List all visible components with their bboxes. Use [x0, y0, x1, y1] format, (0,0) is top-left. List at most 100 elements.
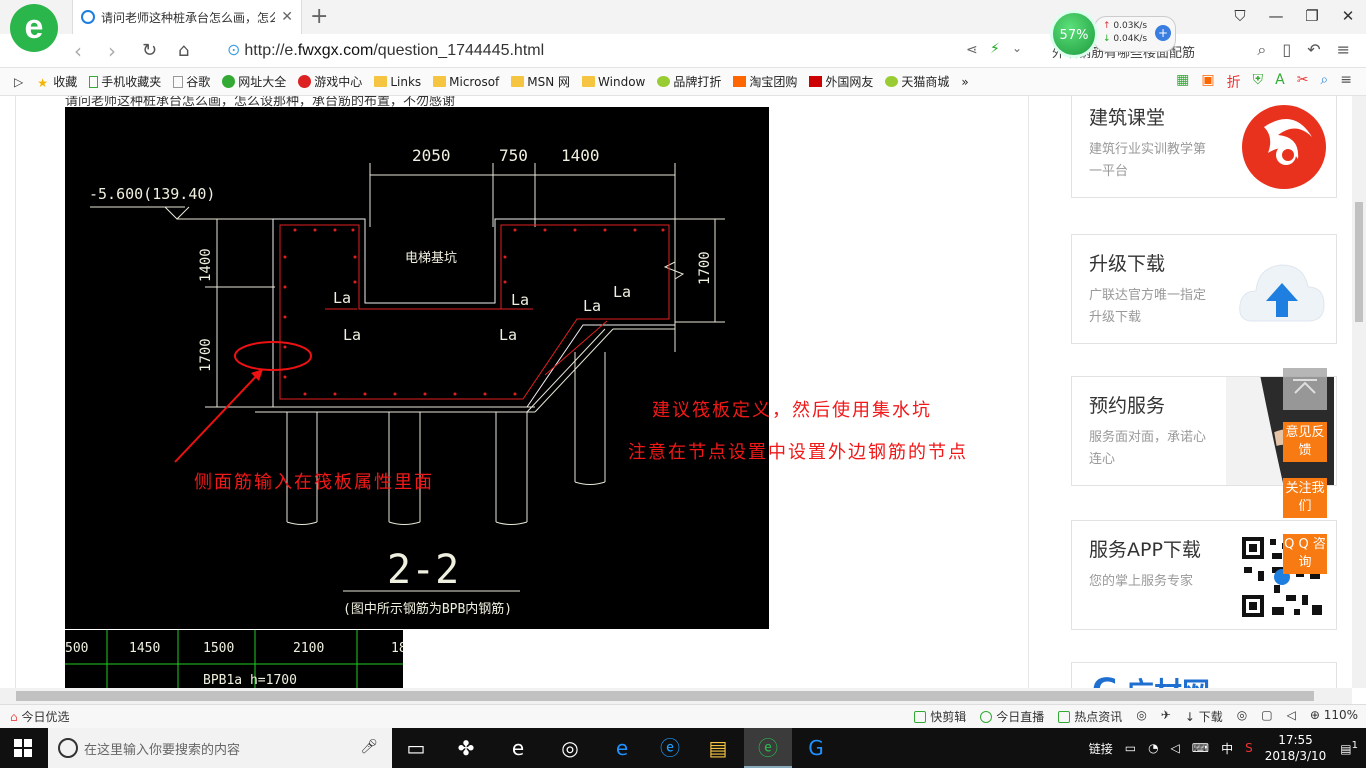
vertical-scrollbar[interactable] — [1352, 96, 1366, 688]
section-label: 2-2 — [387, 547, 459, 593]
restore-button[interactable]: ❐ — [1294, 0, 1330, 34]
back-to-top-button[interactable] — [1283, 368, 1327, 410]
scroll-thumb[interactable] — [1355, 202, 1363, 322]
links-toolbar[interactable]: 链接 — [1089, 740, 1113, 757]
start-button[interactable] — [14, 739, 32, 757]
scroll-thumb[interactable] — [16, 691, 1314, 701]
phone-icon[interactable]: ▯ — [1282, 40, 1291, 60]
scissors-icon[interactable]: ✂ — [1297, 72, 1309, 92]
discount-icon[interactable]: 折 — [1227, 72, 1241, 92]
forward-icon[interactable]: › — [108, 39, 116, 63]
window-icon[interactable]: ▢ — [1261, 708, 1272, 725]
bookmark-item[interactable]: 天猫商城 — [885, 73, 949, 90]
network-icon[interactable]: ◔ — [1148, 741, 1158, 755]
status-item-news[interactable]: 热点资讯 — [1058, 708, 1122, 725]
flash-icon[interactable]: ⚡ — [990, 41, 1000, 57]
back-icon[interactable]: ‹ — [74, 39, 82, 63]
notification-icon[interactable]: ▤1 — [1340, 740, 1358, 756]
search-icon[interactable]: ⌕ — [1257, 40, 1266, 60]
clean-icon[interactable]: ✈ — [1161, 708, 1171, 725]
status-item-quickcut[interactable]: 快剪辑 — [914, 708, 966, 725]
sound-icon[interactable]: ◎ — [1237, 708, 1247, 725]
tab-close-icon[interactable]: ✕ — [281, 9, 293, 25]
search-icon[interactable]: ⌕ — [1320, 72, 1328, 92]
skin-icon[interactable]: ⛉ — [1222, 0, 1258, 34]
speed-plus-icon[interactable]: + — [1155, 25, 1171, 41]
gcw-logo-icon: G — [1092, 671, 1118, 688]
close-window-button[interactable]: ✕ — [1330, 0, 1366, 34]
clock[interactable]: 17:55 2018/3/10 — [1265, 732, 1327, 764]
card-material-net[interactable]: 广材网 G — [1071, 662, 1337, 688]
la-label: La — [613, 283, 631, 301]
share-icon[interactable]: ⋖ — [966, 42, 978, 58]
url-field[interactable]: ⊙ http://e.fwxgx.com/question_1744445.htm… — [227, 40, 544, 60]
card-upgrade-download[interactable]: 升级下载 广联达官方唯一指定升级下载 — [1071, 234, 1337, 344]
keyboard-icon[interactable]: ⌨ — [1192, 741, 1209, 755]
bookmark-item[interactable]: 游戏中心 — [298, 73, 362, 90]
home-icon[interactable]: ⌂ — [178, 40, 189, 61]
minimize-button[interactable]: — — [1258, 0, 1294, 34]
chevron-down-icon[interactable]: ⌄ — [1012, 41, 1022, 55]
zoom-level[interactable]: ⊕ 110% — [1310, 708, 1358, 725]
bookmark-item[interactable]: 手机收藏夹 — [89, 73, 161, 90]
bookmark-item[interactable]: 外国网友 — [809, 73, 873, 90]
ie-old-icon[interactable]: e — [494, 728, 542, 768]
menu-icon[interactable]: ≡ — [1337, 40, 1350, 60]
battery-icon[interactable]: ▭ — [1125, 741, 1136, 755]
glodon-app-icon[interactable]: G — [792, 728, 840, 768]
menu-icon[interactable]: ≡ — [1340, 72, 1352, 92]
more-bookmarks-icon[interactable]: » — [961, 75, 968, 89]
qq-consult-button[interactable]: Q Q 咨询 — [1283, 534, 1327, 574]
sidebar-toggle-icon[interactable]: ▷ — [14, 75, 23, 89]
taskbar-search[interactable]: 在这里输入你要搜索的内容 🎤︎ — [48, 728, 392, 768]
feedback-button[interactable]: 意见反馈 — [1283, 422, 1327, 462]
tv-icon[interactable]: ▣ — [1201, 72, 1214, 92]
windows-taskbar: 在这里输入你要搜索的内容 🎤︎ ▭ ✤ e ◎ e ⓔ ▤ ⓔ G 链接 ▭ ◔… — [0, 728, 1366, 768]
browser-taskbar-icon[interactable]: ⓔ — [744, 728, 792, 768]
shield-icon[interactable]: ⛨ — [1253, 72, 1264, 92]
status-item-live[interactable]: 今日直播 — [980, 708, 1044, 725]
new-tab-button[interactable]: + — [310, 4, 328, 29]
translate-icon[interactable]: A — [1275, 72, 1285, 92]
refresh-icon[interactable]: ↻ — [142, 40, 157, 61]
follow-us-button[interactable]: 关注我们 — [1283, 478, 1327, 518]
ie-icon[interactable]: ⓔ — [646, 728, 694, 768]
bookmark-item[interactable]: 谷歌 — [173, 73, 210, 90]
cloud-upload-icon — [1239, 264, 1325, 322]
bookmark-item[interactable]: ★ 收藏 — [37, 73, 77, 90]
fan-app-icon[interactable]: ✤ — [442, 728, 490, 768]
task-view-icon[interactable]: ▭ — [392, 728, 440, 768]
bookmark-item[interactable]: 品牌打折 — [657, 73, 721, 90]
today-picks[interactable]: ⌂ 今日优选 — [10, 708, 69, 725]
undo-icon[interactable]: ↶ — [1307, 40, 1320, 60]
card-building-class[interactable]: 建筑课堂 建筑行业实训教学第一平台 — [1071, 96, 1337, 198]
pit-label: 电梯基坑 — [405, 251, 457, 266]
360-app-icon[interactable]: ◎ — [546, 728, 594, 768]
microphone-icon[interactable]: 🎤︎ — [360, 739, 378, 755]
volume-icon[interactable]: ◁ — [1171, 741, 1180, 755]
speed-dial-icon[interactable]: ◎ — [1136, 708, 1146, 725]
dim-text: 1400 — [561, 146, 600, 165]
bookmark-item[interactable]: 网址大全 — [222, 73, 286, 90]
grid-icon[interactable]: ▦ — [1176, 72, 1189, 92]
bookmark-item[interactable]: Window — [582, 75, 645, 89]
status-item-download[interactable]: ↓ 下载 — [1185, 708, 1223, 725]
tab-active[interactable]: 请问老师这种桩承台怎么画，怎么 ✕ — [72, 0, 302, 34]
dim-text: 750 — [499, 146, 528, 165]
bookmark-item[interactable]: Microsof — [433, 75, 499, 89]
card-title: 建筑课堂 — [1089, 107, 1166, 129]
ime-indicator[interactable]: 中 — [1221, 740, 1233, 757]
sogou-icon[interactable]: S — [1245, 741, 1253, 755]
bookmark-item[interactable]: Links — [374, 75, 421, 89]
cad-drawing[interactable]: 2050 750 1400 -5.600(139.40) 1400 1700 1… — [65, 107, 769, 629]
bookmark-item[interactable]: 淘宝团购 — [733, 73, 797, 90]
edge-icon[interactable]: e — [598, 728, 646, 768]
section-note: (图中所示钢筋为BPB内钢筋) — [343, 601, 512, 617]
horizontal-scrollbar[interactable] — [0, 688, 1352, 704]
speed-percent-badge[interactable]: 57% — [1050, 10, 1098, 58]
browser-logo-icon[interactable]: e — [10, 4, 58, 52]
bookmark-item[interactable]: MSN 网 — [511, 73, 570, 90]
cad-drawing-lower[interactable]: 500 1450 1500 2100 18 BPB1a h=1700 — [65, 630, 403, 688]
file-explorer-icon[interactable]: ▤ — [694, 728, 742, 768]
mute-icon[interactable]: ◁ — [1287, 708, 1296, 725]
